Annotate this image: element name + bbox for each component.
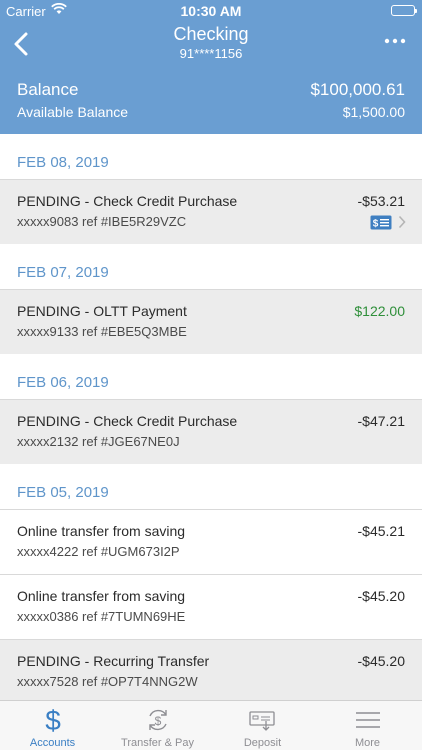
tab-transfer-pay[interactable]: $ Transfer & Pay bbox=[105, 701, 210, 750]
tab-label: More bbox=[354, 737, 381, 749]
svg-text:$: $ bbox=[373, 219, 379, 230]
ellipsis-icon bbox=[384, 38, 406, 44]
more-options-button[interactable] bbox=[384, 34, 406, 48]
date-header: FEB 08, 2019 bbox=[0, 134, 422, 179]
transaction-description: PENDING - Check Credit Purchase bbox=[17, 413, 238, 429]
tab-bar: $ Accounts $ Transfer & Pay Deposit More bbox=[0, 700, 422, 750]
tab-label: Accounts bbox=[29, 737, 76, 749]
date-header: FEB 05, 2019 bbox=[0, 464, 422, 509]
balance-label: Balance bbox=[17, 80, 79, 99]
transaction-amount: $122.00 bbox=[354, 303, 405, 319]
transaction-amount: -$45.20 bbox=[357, 588, 405, 604]
tab-deposit[interactable]: Deposit bbox=[210, 701, 315, 750]
transaction-description: Online transfer from saving bbox=[17, 523, 186, 539]
transaction-amount: -$45.20 bbox=[357, 653, 405, 669]
svg-text:$: $ bbox=[45, 706, 61, 734]
hamburger-menu-icon bbox=[315, 705, 420, 735]
transaction-description: PENDING - Recurring Transfer bbox=[17, 653, 210, 669]
transaction-description: Online transfer from saving bbox=[17, 588, 186, 604]
date-header: FEB 06, 2019 bbox=[0, 354, 422, 399]
transaction-row[interactable]: Online transfer from saving xxxxx0386 re… bbox=[0, 574, 422, 639]
account-header: Carrier 10:30 AM Checking 91****1156 Bal… bbox=[0, 0, 422, 134]
transaction-row[interactable]: PENDING - Check Credit Purchase xxxxx908… bbox=[0, 179, 422, 244]
check-image-icon[interactable]: $ bbox=[370, 215, 392, 235]
transaction-reference: xxxxx2132 ref #JGE67NE0J bbox=[17, 434, 180, 449]
transaction-description: PENDING - Check Credit Purchase bbox=[17, 193, 238, 209]
transfer-pay-icon: $ bbox=[105, 705, 210, 735]
transaction-row[interactable]: PENDING - Check Credit Purchase xxxxx213… bbox=[0, 399, 422, 464]
transaction-reference: xxxxx4222 ref #UGM673I2P bbox=[17, 544, 180, 559]
chevron-right-icon bbox=[398, 215, 406, 234]
transaction-row[interactable]: PENDING - Recurring Transfer xxxxx7528 r… bbox=[0, 639, 422, 700]
balance-value: $100,000.61 bbox=[310, 80, 405, 99]
status-time: 10:30 AM bbox=[180, 3, 242, 19]
account-number: 91****1156 bbox=[179, 46, 243, 61]
transaction-amount: -$47.21 bbox=[357, 413, 405, 429]
transaction-row[interactable]: PENDING - OLTT Payment xxxxx9133 ref #EB… bbox=[0, 289, 422, 354]
transaction-reference: xxxxx9083 ref #IBE5R29VZC bbox=[17, 214, 187, 229]
available-balance-label: Available Balance bbox=[17, 104, 129, 120]
transaction-amount: -$53.21 bbox=[357, 193, 405, 209]
svg-text:$: $ bbox=[154, 714, 161, 728]
page-title: Checking bbox=[173, 24, 249, 44]
date-header: FEB 07, 2019 bbox=[0, 244, 422, 289]
deposit-check-icon bbox=[210, 705, 315, 735]
transaction-reference: xxxxx9133 ref #EBE5Q3MBE bbox=[17, 324, 187, 339]
transaction-row[interactable]: Online transfer from saving xxxxx4222 re… bbox=[0, 509, 422, 574]
transaction-reference: xxxxx7528 ref #OP7T4NNG2W bbox=[17, 674, 198, 689]
available-balance-value: $1,500.00 bbox=[342, 104, 405, 120]
tab-label: Transfer & Pay bbox=[121, 737, 194, 749]
dollar-icon: $ bbox=[0, 705, 105, 735]
battery-icon bbox=[391, 5, 417, 16]
transaction-reference: xxxxx0386 ref #7TUMN69HE bbox=[17, 609, 186, 624]
tab-accounts[interactable]: $ Accounts bbox=[0, 701, 105, 750]
tab-label: Deposit bbox=[243, 737, 282, 749]
tab-more[interactable]: More bbox=[315, 701, 420, 750]
transaction-amount: -$45.21 bbox=[357, 523, 405, 539]
transaction-list[interactable]: FEB 08, 2019 PENDING - Check Credit Purc… bbox=[0, 134, 422, 700]
status-bar: Carrier 10:30 AM bbox=[0, 0, 422, 22]
transaction-description: PENDING - OLTT Payment bbox=[17, 303, 187, 319]
